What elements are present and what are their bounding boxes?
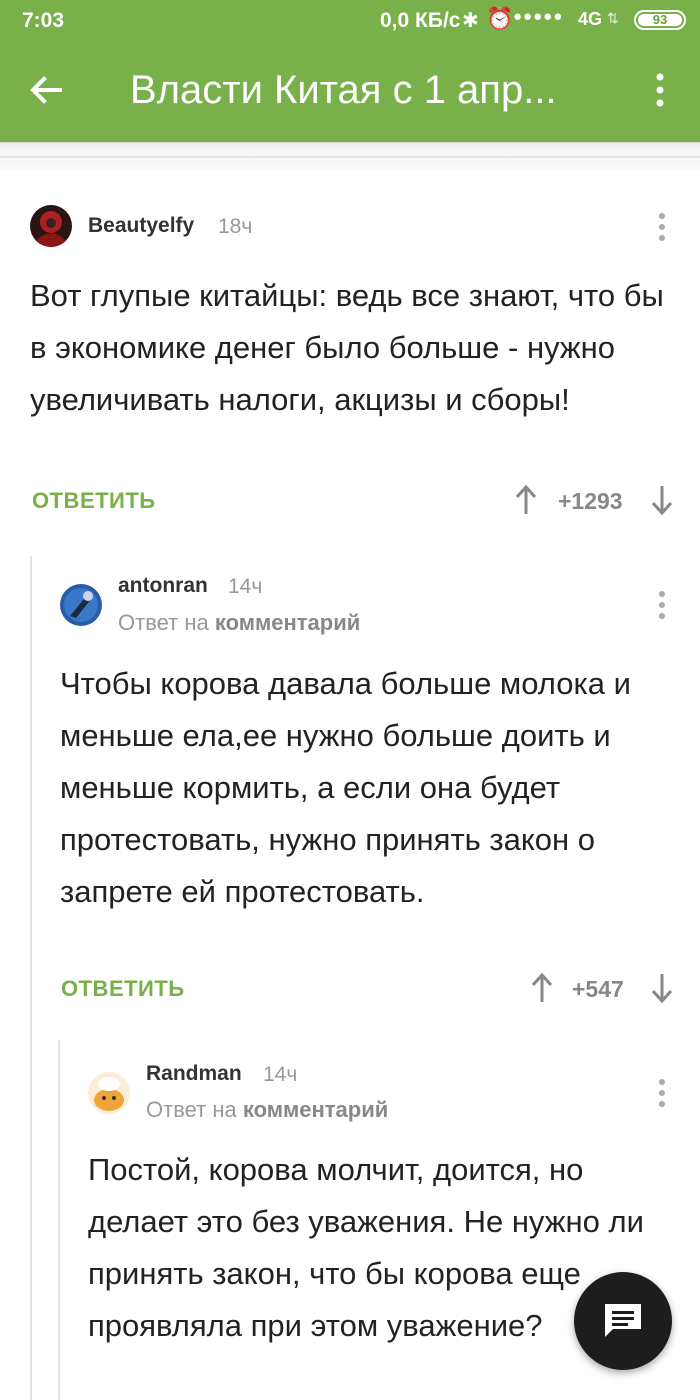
arrow-down-icon: [651, 974, 673, 1004]
reply-to-label: Ответ на: [146, 1097, 237, 1122]
comment-rating: +547: [572, 976, 624, 1002]
battery-icon: 93: [634, 10, 686, 30]
network-speed: 0,0 КБ/с: [380, 9, 461, 32]
page-title: Власти Китая с 1 апр...: [130, 68, 557, 112]
status-time: 7:03: [22, 9, 65, 32]
thread-line: [30, 556, 32, 1400]
more-menu-button[interactable]: [642, 72, 678, 122]
comment-text: Вот глупые китайцы: ведь все знают, что …: [30, 278, 664, 417]
comment-time: 14ч: [263, 1063, 298, 1086]
comment-menu-button[interactable]: [652, 212, 672, 252]
reply-to-link[interactable]: комментарий: [215, 610, 360, 635]
comment-time: 14ч: [228, 575, 263, 598]
reply-to-label: Ответ на: [118, 610, 209, 635]
data-icon: ⇅: [607, 10, 619, 26]
reply-to-info: Ответ на комментарий: [118, 610, 360, 636]
arrow-up-icon: [515, 484, 537, 514]
comment-time: 18ч: [218, 215, 253, 238]
reply-to-link[interactable]: комментарий: [243, 1097, 388, 1122]
avatar[interactable]: [60, 584, 102, 626]
more-vertical-icon: [659, 213, 665, 241]
thread-line: [58, 1040, 60, 1400]
vote-up-button[interactable]: [514, 484, 538, 522]
comment-username[interactable]: antonran: [118, 574, 208, 598]
arrow-up-icon: [531, 972, 553, 1002]
comment-text: Чтобы корова давала больше молока и мень…: [60, 666, 631, 909]
signal-icon: ●●●●●: [513, 8, 564, 25]
comment-menu-button[interactable]: [652, 1078, 672, 1118]
comment-rating: +1293: [558, 488, 623, 514]
alarm-icon: ⏰: [486, 6, 514, 31]
back-button[interactable]: [26, 70, 74, 118]
comment-username[interactable]: Randman: [146, 1062, 242, 1086]
status-bar: 7:03 0,0 КБ/с ✱ ⏰ ●●●●● 4G ⇅ 93: [0, 0, 700, 42]
network-type: 4G: [578, 9, 603, 29]
vote-down-button[interactable]: [650, 972, 674, 1010]
more-vertical-icon: [659, 591, 665, 619]
reply-button[interactable]: ОТВЕТИТЬ: [32, 488, 156, 514]
comment-username[interactable]: Beautyelfy: [88, 214, 194, 238]
comment-icon: [605, 1304, 641, 1337]
app-bar: 7:03 0,0 КБ/с ✱ ⏰ ●●●●● 4G ⇅ 93 Власти К…: [0, 0, 700, 142]
more-vertical-icon: [659, 1079, 665, 1107]
avatar[interactable]: [88, 1072, 130, 1114]
reply-button[interactable]: ОТВЕТИТЬ: [61, 976, 185, 1002]
divider: [0, 142, 700, 169]
more-vertical-icon: [656, 73, 664, 107]
vote-up-button[interactable]: [530, 972, 554, 1010]
comment-text: Постой, корова молчит, доится, но делает…: [88, 1152, 644, 1343]
arrow-left-icon: [30, 76, 62, 104]
bluetooth-icon: ✱: [462, 10, 479, 32]
avatar[interactable]: [30, 205, 72, 247]
vote-down-button[interactable]: [650, 484, 674, 522]
comment-menu-button[interactable]: [652, 590, 672, 630]
arrow-down-icon: [651, 486, 673, 516]
reply-to-info: Ответ на комментарий: [146, 1097, 388, 1123]
battery-level: 93: [652, 12, 668, 27]
add-comment-button[interactable]: [574, 1272, 672, 1370]
